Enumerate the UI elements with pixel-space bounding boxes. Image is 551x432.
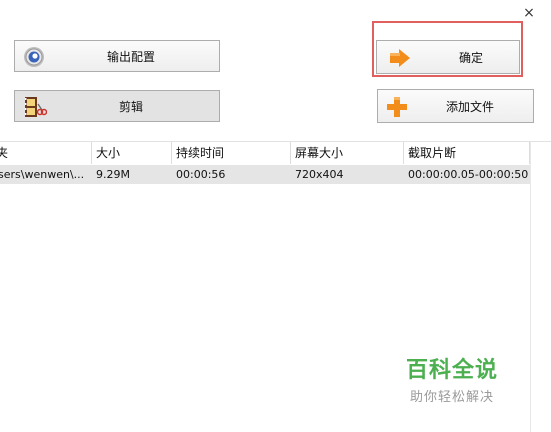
cell-duration: 00:00:56	[176, 168, 226, 181]
orange-plus-icon	[386, 96, 408, 121]
cell-path: sers\wenwen\...	[0, 168, 85, 181]
watermark-subtitle: 助你轻松解决	[410, 390, 495, 405]
column-header-path[interactable]: 夹	[0, 142, 92, 164]
table-header: 夹 大小 持续时间 屏幕大小 截取片断	[0, 142, 530, 164]
cell-size: 9.29M	[96, 168, 130, 181]
film-scissors-icon	[23, 96, 48, 121]
gear-disc-icon	[23, 46, 45, 71]
cell-clip: 00:00:00.05-00:00:50	[408, 168, 529, 181]
column-header-clip[interactable]: 截取片断	[404, 142, 530, 164]
add-file-label: 添加文件	[446, 99, 495, 114]
edit-button[interactable]: 剪辑	[14, 90, 220, 122]
edit-label: 剪辑	[119, 99, 144, 114]
cell-screen-size: 720x404	[295, 168, 344, 181]
column-header-size[interactable]: 大小	[92, 142, 172, 164]
table-right-border	[530, 142, 531, 432]
watermark-title: 百科全说	[406, 358, 499, 383]
column-header-duration[interactable]: 持续时间	[172, 142, 291, 164]
highlight-frame	[372, 21, 523, 77]
column-header-screen-size[interactable]: 屏幕大小	[291, 142, 404, 164]
output-config-label: 输出配置	[107, 49, 156, 64]
close-button[interactable]: ×	[522, 6, 536, 20]
watermark: 百科全说 助你轻松解决	[406, 352, 498, 405]
table-row[interactable]: sers\wenwen\... 9.29M 00:00:56 720x404 0…	[0, 165, 530, 184]
output-config-button[interactable]: 输出配置	[14, 40, 220, 72]
add-file-button[interactable]: 添加文件	[377, 89, 534, 123]
